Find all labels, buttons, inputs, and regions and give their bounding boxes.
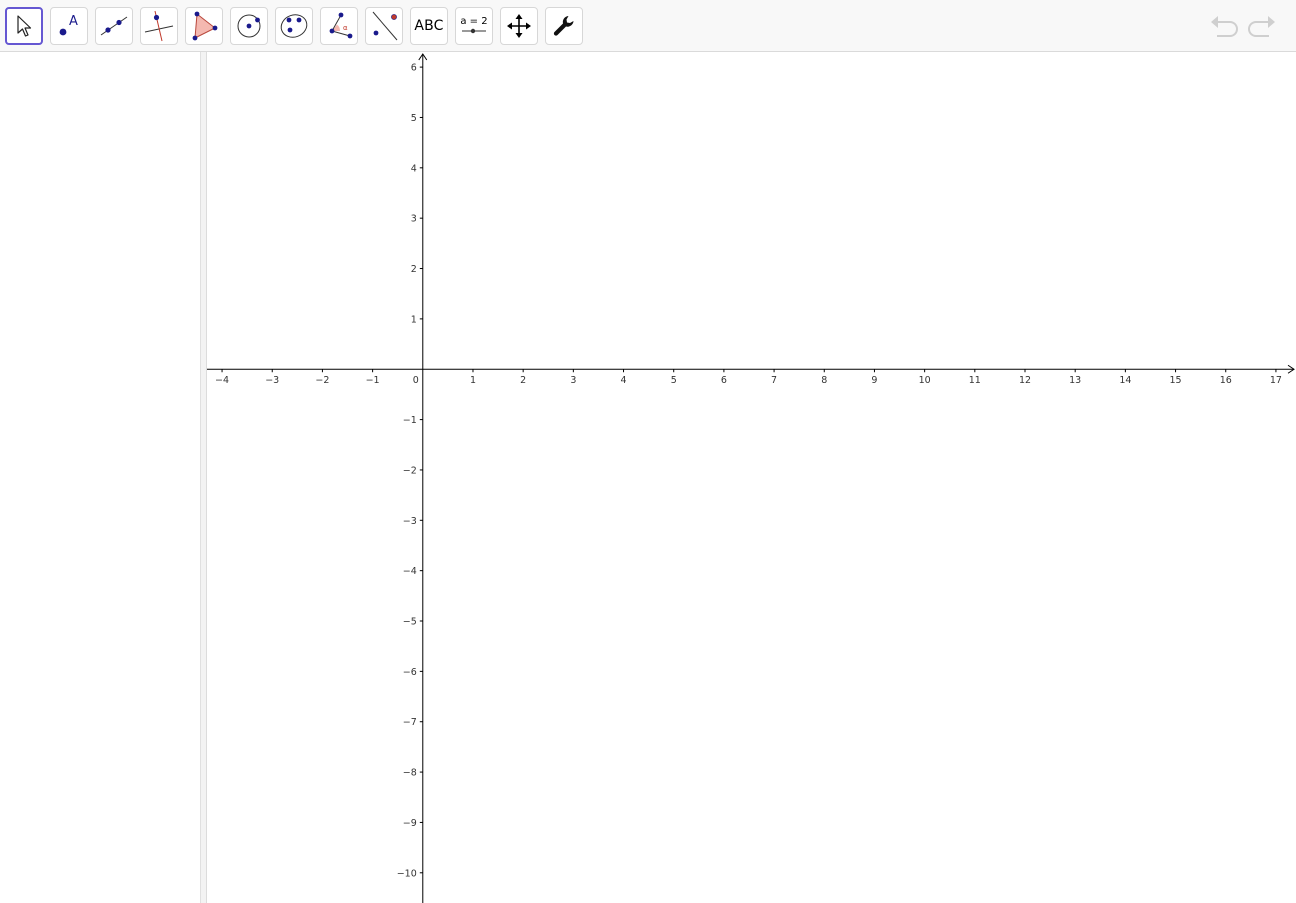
angle-tool-label: α	[343, 24, 348, 32]
slider-tool-label: a = 2	[460, 16, 487, 27]
reflect-tool-button[interactable]	[365, 7, 403, 45]
x-tick-label: −3	[265, 375, 279, 386]
undo-icon	[1211, 16, 1238, 37]
redo-icon	[1248, 16, 1275, 37]
arrow-pointer-icon	[17, 15, 32, 37]
angle-icon: α	[329, 12, 353, 39]
y-tick-label: −7	[403, 717, 417, 728]
polygon-tool-button[interactable]	[185, 7, 223, 45]
settings-tool-button[interactable]	[545, 7, 583, 45]
wrench-icon	[553, 16, 574, 36]
x-tick-label: −4	[215, 375, 229, 386]
point-tool-button[interactable]: A	[50, 7, 88, 45]
circle-tool-button[interactable]	[230, 7, 268, 45]
slider-tool-button[interactable]: a = 2	[455, 7, 493, 45]
move-graphics-view-tool-button[interactable]	[500, 7, 538, 45]
x-tick-label: 13	[1069, 375, 1081, 386]
perpendicular-line-tool-button[interactable]	[140, 7, 178, 45]
text-tool-button[interactable]: ABC	[410, 7, 448, 45]
x-tick-label: 17	[1270, 375, 1282, 386]
angle-tool-button[interactable]: α	[320, 7, 358, 45]
x-tick-label: 12	[1019, 375, 1031, 386]
text-tool-label: ABC	[414, 18, 444, 34]
y-tick-label: −2	[403, 465, 417, 476]
x-tick-label: 3	[570, 375, 576, 386]
y-tick-label: 2	[411, 264, 417, 275]
y-tick-label: −4	[403, 566, 417, 577]
x-tick-label: 10	[919, 375, 931, 386]
y-tick-label: 6	[411, 63, 417, 74]
y-tick-label: 1	[411, 314, 417, 325]
x-tick-label: 16	[1220, 375, 1232, 386]
x-tick-label: 4	[621, 375, 627, 386]
x-tick-label: 6	[721, 375, 727, 386]
graphics-view[interactable]: −4 −3 −2 −1 0 1 2 3 4 5 6 7 8 9 10 11 12 13 14 15 16 17 −10 −9−…	[207, 52, 1296, 903]
reflect-about-line-icon	[372, 11, 398, 41]
x-tick-label: 11	[969, 375, 981, 386]
x-tick-label: 2	[520, 375, 526, 386]
undo-button[interactable]	[1208, 12, 1240, 40]
y-tick-label: 5	[411, 113, 417, 124]
polygon-icon	[192, 11, 218, 41]
x-tick-label: 9	[871, 375, 877, 386]
coordinate-axes: −4 −3 −2 −1 0 1 2 3 4 5 6 7 8 9 10 11 12 13 14 15 16 17−10−9−…	[207, 53, 1295, 903]
y-tick-label: 4	[411, 163, 417, 174]
x-tick-label: 1	[470, 375, 476, 386]
conic-tool-button[interactable]	[275, 7, 313, 45]
circle-center-point-icon	[237, 14, 261, 38]
point-tool-label: A	[69, 14, 78, 29]
y-tick-label: −3	[403, 516, 417, 527]
y-tick-label: −9	[403, 818, 417, 829]
x-tick-label: 5	[671, 375, 677, 386]
redo-button[interactable]	[1246, 12, 1278, 40]
origin-label: 0	[413, 375, 419, 386]
x-tick-label: 15	[1170, 375, 1182, 386]
x-tick-label: 7	[771, 375, 777, 386]
x-tick-label: −1	[366, 375, 380, 386]
slider-icon: a = 2	[460, 16, 488, 34]
x-tick-label: −2	[315, 375, 329, 386]
y-tick-label: −8	[403, 768, 417, 779]
y-tick-label: −6	[403, 667, 417, 678]
y-tick-label: −5	[403, 617, 417, 628]
algebra-view[interactable]	[0, 52, 201, 903]
conic-through-points-icon	[280, 14, 308, 38]
y-tick-label: 3	[411, 214, 417, 225]
move-tool-button[interactable]	[5, 7, 43, 45]
line-through-points-icon	[100, 16, 128, 36]
toolbar: A α ABC a = 2	[0, 0, 1296, 52]
y-tick-label: −1	[403, 415, 417, 426]
perpendicular-line-icon	[144, 10, 174, 42]
x-tick-label: 14	[1119, 375, 1131, 386]
move-arrows-icon	[507, 14, 531, 38]
y-tick-label: −10	[397, 868, 417, 879]
line-tool-button[interactable]	[95, 7, 133, 45]
x-tick-label: 8	[821, 375, 827, 386]
point-icon: A	[59, 14, 78, 36]
